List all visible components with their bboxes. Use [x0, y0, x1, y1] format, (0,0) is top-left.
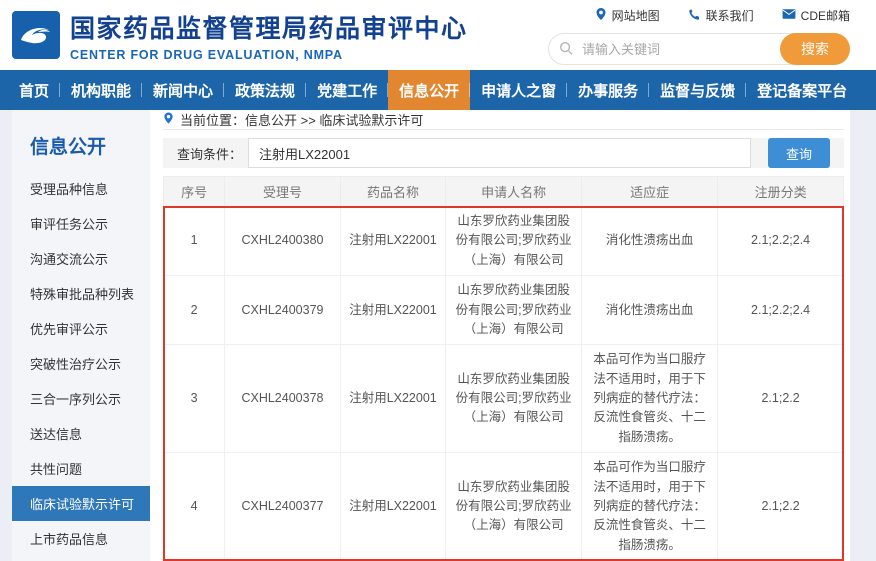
contact-link[interactable]: 联系我们 [688, 7, 754, 24]
nav-item-party[interactable]: 党建工作 [306, 70, 388, 110]
nav-item-policy[interactable]: 政策法规 [224, 70, 306, 110]
mailbox-link[interactable]: CDE邮箱 [782, 7, 850, 24]
cell-applicant: 山东罗欣药业集团股份有限公司;罗欣药业（上海）有限公司 [446, 276, 582, 345]
cell-registration-class: 2.1;2.2 [718, 453, 844, 561]
sitemap-link[interactable]: 网站地图 [595, 7, 660, 24]
cell-seq: 3 [164, 345, 225, 453]
search-button[interactable]: 搜索 [780, 33, 850, 65]
content: 信息公开 受理品种信息 审评任务公示 沟通交流公示 特殊审批品种列表 优先审评公… [12, 110, 850, 561]
query-label: 查询条件： [177, 144, 242, 163]
sidebar-item-accepted-varieties[interactable]: 受理品种信息 [12, 171, 150, 206]
cell-indication: 本品可作为当口服疗法不适用时，用于下列病症的替代疗法：反流性食管炎、十二指肠溃疡… [582, 345, 718, 453]
contact-label: 联系我们 [706, 7, 754, 24]
brand: 国家药品监督管理局药品审评中心 CENTER FOR DRUG EVALUATI… [12, 9, 468, 62]
main-panel: 当前位置：信息公开 >> 临床试验默示许可 查询条件： 查询 序号 受理号 药品… [150, 110, 850, 561]
sidebar-item-clinical-trial-implied-license[interactable]: 临床试验默示许可 [12, 486, 150, 521]
cell-acceptance-no: CXHL2400379 [225, 276, 341, 345]
cell-drug-name: 注射用LX22001 [340, 453, 445, 561]
cell-registration-class: 2.1;2.2;2.4 [718, 207, 844, 276]
quick-links: 网站地图 联系我们 CDE邮箱 [595, 7, 850, 24]
breadcrumb-text: 当前位置：信息公开 >> 临床试验默示许可 [180, 110, 423, 129]
search-icon [559, 41, 574, 61]
nav-item-info-disclosure[interactable]: 信息公开 [388, 70, 470, 110]
cell-seq: 4 [164, 453, 225, 561]
cell-seq: 2 [164, 276, 225, 345]
site-search: 搜索 [548, 33, 850, 65]
nav-item-supervision[interactable]: 监督与反馈 [649, 70, 746, 110]
cell-indication: 消化性溃疡出血 [582, 276, 718, 345]
table-row: 1 CXHL2400380 注射用LX22001 山东罗欣药业集团股份有限公司;… [164, 207, 844, 276]
col-header-drug-name: 药品名称 [340, 177, 445, 207]
breadcrumb-pin-icon [163, 111, 174, 128]
brand-text: 国家药品监督管理局药品审评中心 CENTER FOR DRUG EVALUATI… [70, 9, 468, 62]
col-header-indication: 适应症 [582, 177, 718, 207]
breadcrumb: 当前位置：信息公开 >> 临床试验默示许可 [163, 110, 844, 130]
cell-applicant: 山东罗欣药业集团股份有限公司;罗欣药业（上海）有限公司 [446, 207, 582, 276]
query-button[interactable]: 查询 [768, 138, 830, 168]
nav-item-services[interactable]: 办事服务 [567, 70, 649, 110]
cell-applicant: 山东罗欣药业集团股份有限公司;罗欣药业（上海）有限公司 [446, 345, 582, 453]
cell-acceptance-no: CXHL2400378 [225, 345, 341, 453]
sidebar-item-common-issues[interactable]: 共性问题 [12, 451, 150, 486]
col-header-applicant: 申请人名称 [446, 177, 582, 207]
cell-applicant: 山东罗欣药业集团股份有限公司;罗欣药业（上海）有限公司 [446, 453, 582, 561]
main-nav: 首页 机构职能 新闻中心 政策法规 党建工作 信息公开 申请人之窗 办事服务 监… [0, 70, 876, 110]
query-bar: 查询条件： 查询 [163, 138, 844, 168]
table-row: 3 CXHL2400378 注射用LX22001 山东罗欣药业集团股份有限公司;… [164, 345, 844, 453]
sidebar-item-marketed-drugs[interactable]: 上市药品信息 [12, 521, 150, 556]
sidebar-item-communication[interactable]: 沟通交流公示 [12, 241, 150, 276]
query-input[interactable] [248, 138, 751, 168]
nav-item-functions[interactable]: 机构职能 [60, 70, 142, 110]
sidebar-item-delivery-info[interactable]: 送达信息 [12, 416, 150, 451]
sidebar-item-breakthrough-therapy[interactable]: 突破性治疗公示 [12, 346, 150, 381]
header-right: 网站地图 联系我们 CDE邮箱 搜索 [548, 5, 850, 65]
table-header-row: 序号 受理号 药品名称 申请人名称 适应症 注册分类 [164, 177, 844, 207]
sidebar-item-review-tasks[interactable]: 审评任务公示 [12, 206, 150, 241]
site-title: 国家药品监督管理局药品审评中心 [70, 9, 468, 45]
sidebar-item-priority-review[interactable]: 优先审评公示 [12, 311, 150, 346]
cell-drug-name: 注射用LX22001 [340, 207, 445, 276]
phone-icon [688, 8, 701, 24]
cell-seq: 1 [164, 207, 225, 276]
cell-acceptance-no: CXHL2400380 [225, 207, 341, 276]
results-table: 序号 受理号 药品名称 申请人名称 适应症 注册分类 1 CXHL2400380… [163, 176, 844, 561]
cell-indication: 消化性溃疡出血 [582, 207, 718, 276]
sitemap-label: 网站地图 [612, 7, 660, 24]
nav-item-applicant-window[interactable]: 申请人之窗 [470, 70, 567, 110]
results-table-wrap: 序号 受理号 药品名称 申请人名称 适应症 注册分类 1 CXHL2400380… [163, 176, 844, 561]
nav-item-registration-platform[interactable]: 登记备案平台 [746, 70, 858, 110]
nav-item-news[interactable]: 新闻中心 [142, 70, 224, 110]
site-header: 国家药品监督管理局药品审评中心 CENTER FOR DRUG EVALUATI… [0, 0, 876, 70]
nav-item-home[interactable]: 首页 [8, 70, 60, 110]
col-header-registration-class: 注册分类 [718, 177, 844, 207]
cell-registration-class: 2.1;2.2;2.4 [718, 276, 844, 345]
cell-acceptance-no: CXHL2400377 [225, 453, 341, 561]
table-row: 2 CXHL2400379 注射用LX22001 山东罗欣药业集团股份有限公司;… [164, 276, 844, 345]
mailbox-label: CDE邮箱 [801, 7, 850, 24]
cde-logo [12, 11, 60, 59]
cell-drug-name: 注射用LX22001 [340, 276, 445, 345]
location-pin-icon [595, 7, 607, 24]
sidebar-item-special-approval[interactable]: 特殊审批品种列表 [12, 276, 150, 311]
col-header-seq: 序号 [164, 177, 225, 207]
col-header-acceptance-no: 受理号 [225, 177, 341, 207]
table-row: 4 CXHL2400377 注射用LX22001 山东罗欣药业集团股份有限公司;… [164, 453, 844, 561]
sidebar-item-three-in-one[interactable]: 三合一序列公示 [12, 381, 150, 416]
sidebar: 信息公开 受理品种信息 审评任务公示 沟通交流公示 特殊审批品种列表 优先审评公… [12, 110, 150, 561]
sidebar-title: 信息公开 [12, 110, 150, 171]
envelope-icon [782, 8, 796, 23]
cell-drug-name: 注射用LX22001 [340, 345, 445, 453]
site-subtitle: CENTER FOR DRUG EVALUATION, NMPA [70, 48, 468, 62]
cell-registration-class: 2.1;2.2 [718, 345, 844, 453]
cell-indication: 本品可作为当口服疗法不适用时，用于下列病症的替代疗法：反流性食管炎、十二指肠溃疡… [582, 453, 718, 561]
